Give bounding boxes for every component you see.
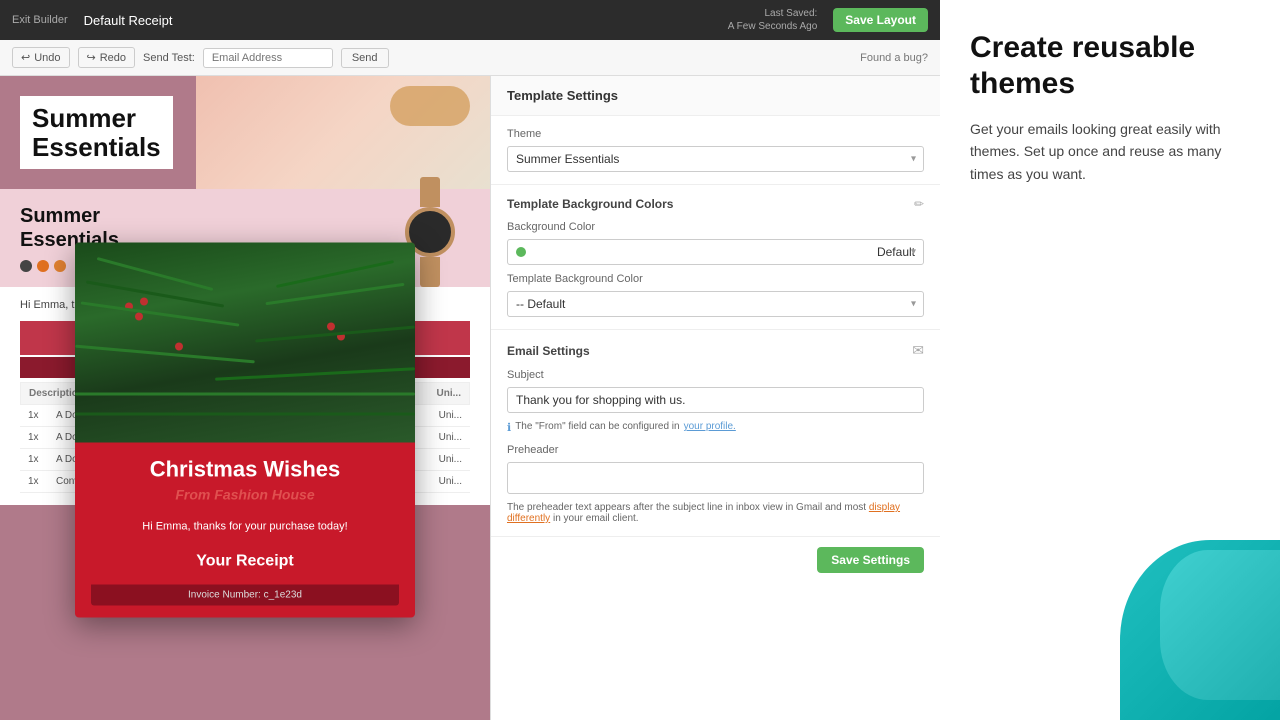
builder-panel: Exit Builder Default Receipt Last Saved:… bbox=[0, 0, 940, 720]
preheader-label: Preheader bbox=[507, 444, 924, 456]
preheader-note: The preheader text appears after the sub… bbox=[507, 502, 924, 524]
bg-color-select-wrapper: Default bbox=[507, 239, 924, 265]
watch-band-bottom bbox=[420, 257, 440, 287]
page-title: Default Receipt bbox=[84, 13, 173, 28]
watch-band-top bbox=[420, 177, 440, 207]
christmas-hi-text: Hi Emma, thanks for your purchase today! bbox=[75, 513, 415, 541]
main-content: Summer Essentials Summer Essentials bbox=[0, 76, 940, 720]
save-settings-button[interactable]: Save Settings bbox=[817, 547, 924, 573]
subject-label: Subject bbox=[507, 369, 924, 381]
theme-section: Theme Summer Essentials bbox=[491, 116, 940, 185]
toolbar: ↩ Undo ↪ Redo Send Test: Send Found a bu… bbox=[0, 40, 940, 76]
sunglasses-image bbox=[390, 86, 470, 126]
dot-1 bbox=[20, 260, 32, 272]
send-test-label: Send Test: bbox=[143, 52, 195, 64]
bg-colors-section: Template Background Colors ✏ Background … bbox=[491, 185, 940, 330]
send-button[interactable]: Send bbox=[341, 48, 389, 68]
undo-icon: ↩ bbox=[21, 51, 30, 64]
from-note: ℹ The "From" field can be configured in … bbox=[507, 421, 924, 434]
email-icon: ✉ bbox=[912, 342, 924, 359]
save-layout-button[interactable]: Save Layout bbox=[833, 8, 928, 32]
bg-colors-title-row: Template Background Colors ✏ bbox=[507, 197, 924, 211]
col-unit: Uni... bbox=[437, 388, 461, 399]
summer-banner: Summer Essentials bbox=[0, 76, 490, 189]
bg-color-select[interactable]: Default bbox=[507, 239, 924, 265]
edit-icon[interactable]: ✏ bbox=[914, 197, 924, 211]
teal-inner-shape bbox=[1160, 550, 1280, 700]
summer-title: Summer Essentials bbox=[32, 104, 161, 161]
info-icon: ℹ bbox=[507, 421, 511, 434]
theme-select[interactable]: Summer Essentials bbox=[507, 146, 924, 172]
found-bug-link[interactable]: Found a bug? bbox=[860, 52, 928, 64]
send-test-input[interactable] bbox=[203, 48, 333, 68]
email-settings-title-row: Email Settings ✉ bbox=[507, 342, 924, 359]
promo-title: Create reusable themes bbox=[970, 30, 1250, 102]
color-dot-indicator bbox=[516, 247, 526, 257]
christmas-receipt-banner: Your Receipt bbox=[91, 541, 399, 583]
last-saved-info: Last Saved: A Few Seconds Ago bbox=[728, 7, 818, 33]
bg-color-label: Background Color bbox=[507, 221, 924, 233]
summer-text-block: Summer Essentials bbox=[20, 96, 173, 169]
theme-label: Theme bbox=[507, 128, 924, 140]
christmas-image bbox=[75, 243, 415, 443]
template-bg-select[interactable]: -- Default bbox=[507, 291, 924, 317]
christmas-popup: Christmas Wishes From Fashion House Hi E… bbox=[75, 243, 415, 618]
christmas-title: Christmas Wishes bbox=[75, 443, 415, 487]
settings-header: Template Settings bbox=[491, 76, 940, 116]
email-settings-section: Email Settings ✉ Subject ℹ The "From" fi… bbox=[491, 330, 940, 537]
email-settings-title: Email Settings bbox=[507, 344, 590, 358]
settings-panel: Template Settings Theme Summer Essential… bbox=[490, 76, 940, 720]
redo-icon: ↪ bbox=[87, 51, 96, 64]
redo-button[interactable]: ↪ Redo bbox=[78, 47, 136, 68]
preview-area: Summer Essentials Summer Essentials bbox=[0, 76, 490, 720]
christmas-subtitle: From Fashion House bbox=[75, 487, 415, 513]
exit-builder-button[interactable]: Exit Builder bbox=[12, 14, 68, 26]
profile-link[interactable]: your profile. bbox=[684, 421, 736, 432]
template-bg-label: Template Background Color bbox=[507, 273, 924, 285]
dot-2 bbox=[37, 260, 49, 272]
christmas-invoice-bar: Invoice Number: c_1e23d bbox=[91, 585, 399, 606]
top-bar: Exit Builder Default Receipt Last Saved:… bbox=[0, 0, 940, 40]
bg-colors-title: Template Background Colors bbox=[507, 197, 673, 211]
preheader-input[interactable] bbox=[507, 462, 924, 494]
save-settings-area: Save Settings bbox=[491, 537, 940, 593]
template-bg-select-wrapper: -- Default bbox=[507, 291, 924, 317]
promo-description: Get your emails looking great easily wit… bbox=[970, 118, 1250, 185]
theme-select-wrapper: Summer Essentials bbox=[507, 146, 924, 172]
right-panel: Create reusable themes Get your emails l… bbox=[940, 0, 1280, 720]
dot-3 bbox=[54, 260, 66, 272]
subject-input[interactable] bbox=[507, 387, 924, 413]
summer-image-area bbox=[196, 76, 490, 189]
undo-button[interactable]: ↩ Undo bbox=[12, 47, 70, 68]
